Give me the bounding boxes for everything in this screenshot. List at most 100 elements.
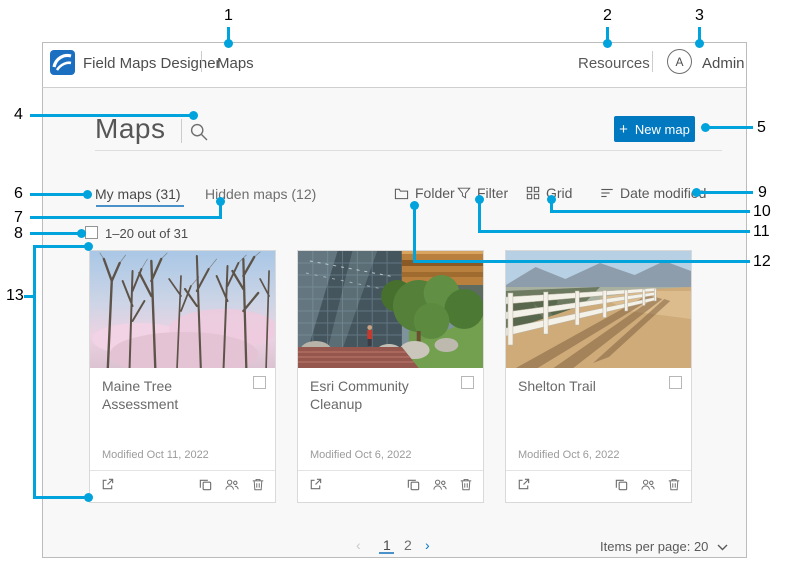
card-title: Maine Tree Assessment xyxy=(102,378,263,413)
callout-7-line-h xyxy=(30,216,222,219)
callout-6-dot xyxy=(83,190,92,199)
share-group-icon[interactable] xyxy=(432,477,448,497)
folder-label: Folder xyxy=(415,185,455,201)
card-footer xyxy=(90,470,275,502)
callout-4-label: 4 xyxy=(14,107,23,123)
callout-1-dot xyxy=(224,39,233,48)
nav-item-resources[interactable]: Resources xyxy=(578,55,650,72)
items-per-page-select[interactable]: Items per page: 20 xyxy=(600,539,728,554)
new-map-label: New map xyxy=(635,122,690,137)
nav-item-maps[interactable]: Maps xyxy=(217,55,254,72)
selection-count-label: 1–20 out of 31 xyxy=(105,226,188,241)
duplicate-icon[interactable] xyxy=(614,477,629,497)
card-modified-date: Modified Oct 11, 2022 xyxy=(102,449,209,461)
card-body: Shelton Trail Modified Oct 6, 2022 xyxy=(506,368,691,470)
callout-4-line xyxy=(30,114,192,117)
header-divider-2 xyxy=(652,51,653,72)
sort-icon xyxy=(600,186,614,200)
callout-13-label: 13 xyxy=(6,288,24,304)
share-group-icon[interactable] xyxy=(224,477,240,497)
delete-icon[interactable] xyxy=(251,477,265,497)
callout-8-dot xyxy=(77,229,86,238)
callout-10-dot xyxy=(547,195,556,204)
map-card-esri-community-cleanup[interactable]: Esri Community Cleanup Modified Oct 6, 2… xyxy=(297,250,484,503)
title-rule xyxy=(95,150,722,151)
callout-12-line-h xyxy=(413,260,750,263)
callout-7-dot xyxy=(216,197,225,206)
avatar[interactable]: A xyxy=(667,49,692,74)
map-card-shelton-trail[interactable]: Shelton Trail Modified Oct 6, 2022 xyxy=(505,250,692,503)
pagination-active-underline xyxy=(379,552,394,554)
callout-12-line-v xyxy=(413,206,416,263)
open-map-icon[interactable] xyxy=(308,477,323,497)
callout-12-label: 12 xyxy=(753,254,771,270)
callout-1-label: 1 xyxy=(224,8,233,24)
map-card-maine-tree-assessment[interactable]: Maine Tree Assessment Modified Oct 11, 2… xyxy=(89,250,276,503)
callout-11-line-h xyxy=(478,230,750,233)
callout-13-line-v xyxy=(33,245,36,499)
pagination-page-1[interactable]: 1 xyxy=(383,537,391,553)
select-all-checkbox[interactable] xyxy=(85,226,98,239)
callout-13-line-top xyxy=(33,245,86,248)
pagination-next-icon[interactable]: › xyxy=(425,537,430,553)
card-body: Maine Tree Assessment Modified Oct 11, 2… xyxy=(90,368,275,470)
card-checkbox[interactable] xyxy=(253,376,266,389)
card-footer xyxy=(506,470,691,502)
grid-icon xyxy=(526,186,540,200)
card-checkbox[interactable] xyxy=(461,376,474,389)
search-icon[interactable] xyxy=(189,122,209,142)
callout-13-dot-bottom xyxy=(84,493,93,502)
duplicate-icon[interactable] xyxy=(406,477,421,497)
card-thumbnail xyxy=(506,251,691,368)
card-checkbox[interactable] xyxy=(669,376,682,389)
callout-5-dot xyxy=(701,123,710,132)
header-divider xyxy=(201,51,202,72)
card-thumbnail xyxy=(298,251,483,368)
callout-2-label: 2 xyxy=(603,8,612,24)
callout-11-dot xyxy=(475,195,484,204)
delete-icon[interactable] xyxy=(459,477,473,497)
card-modified-date: Modified Oct 6, 2022 xyxy=(310,449,412,461)
callout-10-line-h xyxy=(550,210,750,213)
folder-button[interactable]: Folder xyxy=(394,185,455,201)
callout-7-label: 7 xyxy=(14,210,23,226)
card-title: Shelton Trail xyxy=(518,378,679,396)
filter-icon xyxy=(457,186,471,200)
card-title: Esri Community Cleanup xyxy=(310,378,471,413)
callout-5-line xyxy=(708,126,753,129)
new-map-button[interactable]: + New map xyxy=(614,116,695,142)
callout-9-line xyxy=(699,191,753,194)
callout-8-line xyxy=(30,232,80,235)
esri-logo-icon xyxy=(50,50,75,75)
callout-4-dot xyxy=(189,111,198,120)
callout-6-label: 6 xyxy=(14,186,23,202)
callout-3-dot xyxy=(695,39,704,48)
title-divider xyxy=(181,119,182,143)
screenshot-stage: Field Maps Designer Maps Resources A Adm… xyxy=(0,0,804,562)
callout-6-line xyxy=(30,193,86,196)
page-title: Maps xyxy=(95,113,165,145)
open-map-icon[interactable] xyxy=(516,477,531,497)
nav-item-admin[interactable]: Admin xyxy=(702,55,745,72)
card-body: Esri Community Cleanup Modified Oct 6, 2… xyxy=(298,368,483,470)
pagination-page-2[interactable]: 2 xyxy=(404,537,412,553)
callout-13-line-bottom xyxy=(33,496,86,499)
callout-11-line-v xyxy=(478,200,481,233)
callout-3-label: 3 xyxy=(695,8,704,24)
callout-12-dot xyxy=(410,201,419,210)
delete-icon[interactable] xyxy=(667,477,681,497)
items-per-page-label: Items per page: 20 xyxy=(600,539,708,554)
duplicate-icon[interactable] xyxy=(198,477,213,497)
card-footer xyxy=(298,470,483,502)
folder-icon xyxy=(394,186,409,201)
callout-2-dot xyxy=(603,39,612,48)
share-group-icon[interactable] xyxy=(640,477,656,497)
callout-11-label: 11 xyxy=(753,224,770,240)
pagination-prev-icon[interactable]: ‹ xyxy=(356,537,361,553)
callout-8-label: 8 xyxy=(14,226,23,242)
sort-button[interactable]: Date modified xyxy=(600,185,706,201)
card-thumbnail xyxy=(90,251,275,368)
tab-my-maps[interactable]: My maps (31) xyxy=(95,186,181,202)
callout-9-label: 9 xyxy=(758,185,767,201)
open-map-icon[interactable] xyxy=(100,477,115,497)
